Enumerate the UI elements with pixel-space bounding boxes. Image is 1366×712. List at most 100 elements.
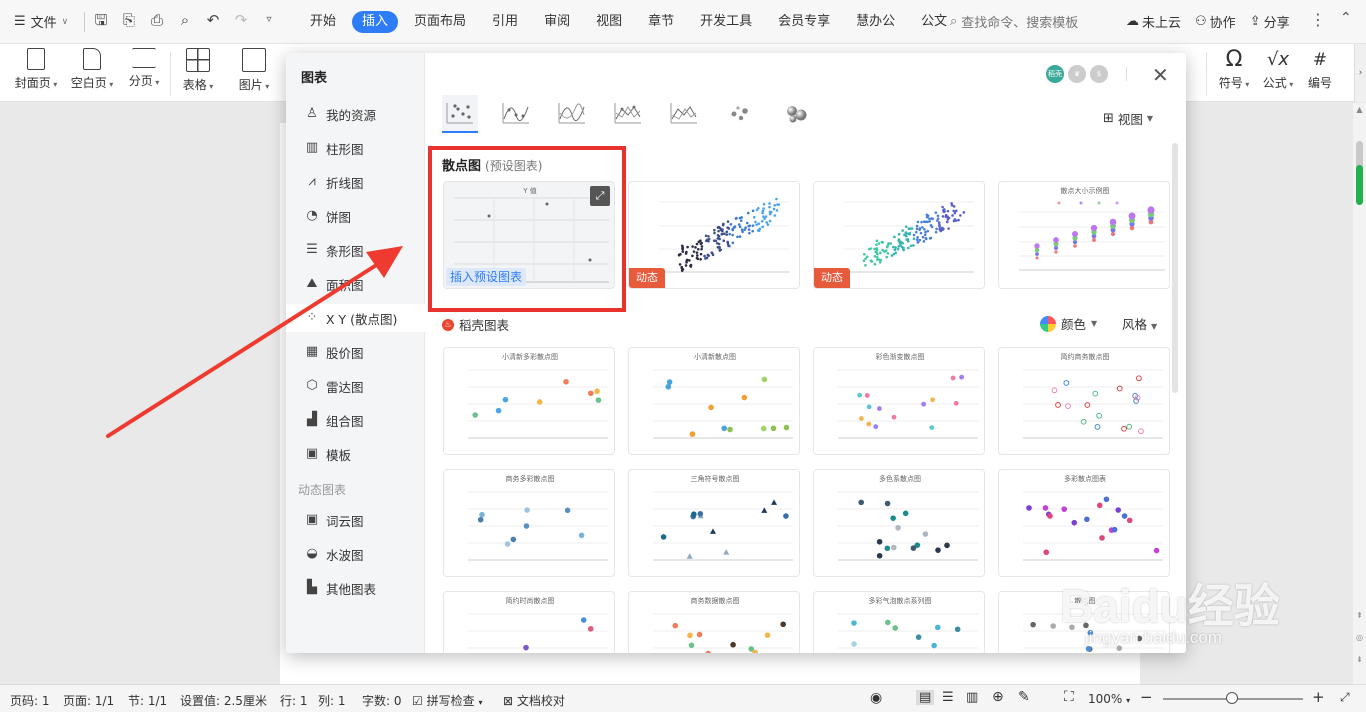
- menu-tab-chapter[interactable]: 章节: [638, 11, 684, 33]
- fit-page-icon[interactable]: ⛶: [1064, 689, 1074, 705]
- sidebar-item-bar-chart[interactable]: ☰ 条形图: [286, 236, 425, 264]
- print-icon[interactable]: ⎙: [148, 11, 166, 29]
- template-card[interactable]: 商务数据散点图: [628, 591, 800, 653]
- subtype-smooth-line-markers-tab[interactable]: [498, 95, 534, 133]
- numbering-button[interactable]: # 编号: [1302, 48, 1338, 91]
- zoom-slider-handle[interactable]: [1226, 692, 1238, 704]
- page-view-icon[interactable]: ▤: [916, 690, 935, 705]
- outline-view-icon[interactable]: ☰: [942, 690, 954, 705]
- menu-tab-member[interactable]: 会员专享: [768, 11, 840, 33]
- menu-tab-developer[interactable]: 开发工具: [690, 11, 762, 33]
- template-card[interactable]: 多彩散点图表: [998, 469, 1170, 577]
- customize-toolbar-icon[interactable]: ▿: [260, 11, 278, 29]
- sidebar-item-combo-chart[interactable]: ▟ 组合图: [286, 406, 425, 434]
- cloud-sync-button[interactable]: ☁ 未上云: [1126, 12, 1181, 31]
- status-word-count[interactable]: 字数: 0: [362, 692, 402, 709]
- sidebar-item-area-chart[interactable]: ⛰ 面积图: [286, 270, 425, 298]
- page-up-icon[interactable]: ⇞: [1353, 611, 1366, 620]
- preset-dynamic-scatter-card-green[interactable]: 动态: [813, 181, 985, 289]
- status-column[interactable]: 列: 1: [318, 692, 346, 709]
- zoom-level[interactable]: 100% ▾: [1088, 692, 1130, 706]
- template-card[interactable]: 多彩气泡散点系列图: [813, 591, 985, 653]
- page-break-button[interactable]: 分页: [124, 48, 164, 89]
- print-preview-icon[interactable]: ⌕: [176, 11, 194, 29]
- template-card[interactable]: 多色系散点图: [813, 469, 985, 577]
- menu-tab-home[interactable]: 开始: [300, 11, 346, 33]
- symbol-button[interactable]: Ω 符号: [1214, 48, 1254, 91]
- status-section[interactable]: 节: 1/1: [128, 692, 167, 709]
- command-search[interactable]: ⌕ 查找命令、搜索模板: [950, 12, 1078, 31]
- super-badge-icon[interactable]: $: [1090, 65, 1108, 83]
- undo-icon[interactable]: ↶: [204, 11, 222, 29]
- save-icon[interactable]: 🖫: [92, 11, 110, 29]
- view-mode-button[interactable]: ⊞ 视图 ▼: [1103, 109, 1153, 128]
- table-button[interactable]: 表格: [178, 48, 218, 93]
- collapse-ribbon-icon[interactable]: ⌃: [1340, 10, 1352, 26]
- subtype-3d-bubble-tab[interactable]: [778, 95, 814, 133]
- template-card[interactable]: 商务多彩散点图: [443, 469, 615, 577]
- subtype-straight-line-tab[interactable]: [666, 95, 702, 133]
- vertical-scrollbar[interactable]: ▲ ⇞ ◎ ⇟: [1353, 103, 1366, 684]
- collaborate-button[interactable]: ⚇ 协作: [1195, 12, 1236, 31]
- ribbon-scroll-right-icon[interactable]: ›: [1354, 44, 1366, 102]
- share-button[interactable]: ⇪ 分享: [1250, 12, 1290, 31]
- template-card[interactable]: 彩色渐变散点图: [813, 347, 985, 455]
- status-page-number[interactable]: 页码: 1: [10, 692, 50, 709]
- template-card[interactable]: 简约时尚散点图: [443, 591, 615, 653]
- template-card[interactable]: 简约商务散点图: [998, 347, 1170, 455]
- select-browse-icon[interactable]: ◎: [1353, 633, 1366, 642]
- picture-button[interactable]: 图片: [234, 48, 274, 93]
- more-options-icon[interactable]: ⋮: [1310, 10, 1326, 29]
- fullscreen-icon[interactable]: ⤢: [1340, 690, 1350, 705]
- menu-tab-insert[interactable]: 插入: [352, 11, 399, 33]
- template-card[interactable]: 三角符号散点图: [628, 469, 800, 577]
- daoke-badge[interactable]: 稻壳: [1046, 65, 1064, 83]
- sidebar-item-line-chart[interactable]: ⩘ 折线图: [286, 168, 425, 196]
- menu-tab-references[interactable]: 引用: [482, 11, 528, 33]
- file-menu[interactable]: ☰ 文件 ∨: [14, 12, 68, 31]
- status-row[interactable]: 行: 1: [280, 692, 308, 709]
- page-down-icon[interactable]: ⇟: [1353, 655, 1366, 664]
- redo-icon[interactable]: ↷: [232, 11, 250, 29]
- menu-tab-smart-office[interactable]: 慧办公: [846, 11, 905, 33]
- sidebar-item-word-cloud[interactable]: ▣ 词云图: [286, 506, 425, 534]
- status-page-count[interactable]: 页面: 1/1: [63, 692, 114, 709]
- doc-check-button[interactable]: ⊠ 文档校对: [503, 692, 565, 709]
- preset-bubble-size-card[interactable]: 散点大小示例图: [998, 181, 1170, 289]
- status-setting-value[interactable]: 设置值: 2.5厘米: [180, 692, 267, 709]
- subtype-scatter-tab[interactable]: [442, 95, 478, 133]
- subtype-bubble-tab[interactable]: [722, 95, 758, 133]
- spell-check-button[interactable]: ☑ 拼写检查 ▾: [412, 692, 482, 709]
- zoom-out-icon[interactable]: −: [1140, 688, 1153, 706]
- menu-tab-review[interactable]: 审阅: [534, 11, 580, 33]
- reading-view-icon[interactable]: ▥: [966, 690, 978, 705]
- sidebar-item-pie-chart[interactable]: ◔ 饼图: [286, 202, 425, 230]
- sidebar-item-radar-chart[interactable]: ⬡ 雷达图: [286, 372, 425, 400]
- preset-dynamic-scatter-card-blue[interactable]: 动态: [628, 181, 800, 289]
- export-pdf-icon[interactable]: ⎘: [120, 11, 138, 29]
- sidebar-item-my-resources[interactable]: ♙ 我的资源: [286, 100, 425, 128]
- vip-badge-icon[interactable]: ♛: [1068, 65, 1086, 83]
- template-card[interactable]: 小清新散点图: [628, 347, 800, 455]
- zoom-in-icon[interactable]: +: [1312, 688, 1325, 706]
- sidebar-item-scatter-chart[interactable]: ⁘ X Y (散点图): [286, 304, 425, 332]
- scroll-up-icon[interactable]: ▲: [1353, 105, 1366, 114]
- write-mode-icon[interactable]: ✎: [1018, 689, 1030, 705]
- sidebar-item-other-charts[interactable]: ▙ 其他图表: [286, 574, 425, 602]
- formula-button[interactable]: √x 公式: [1258, 48, 1298, 91]
- sidebar-item-liquid-fill[interactable]: ◒ 水波图: [286, 540, 425, 568]
- gallery-scrollbar[interactable]: [1172, 143, 1178, 393]
- subtype-smooth-line-tab[interactable]: [554, 95, 590, 133]
- style-filter-button[interactable]: 风格 ▼: [1122, 314, 1157, 333]
- cover-page-button[interactable]: 封面页: [12, 48, 60, 91]
- close-icon[interactable]: ✕: [1152, 63, 1169, 87]
- sidebar-item-stock-chart[interactable]: ▦ 股价图: [286, 338, 425, 366]
- template-card[interactable]: 小清新多彩散点图: [443, 347, 615, 455]
- subtype-straight-line-markers-tab[interactable]: [610, 95, 646, 133]
- menu-tab-page-layout[interactable]: 页面布局: [404, 11, 476, 33]
- sidebar-item-column-chart[interactable]: ▥ 柱形图: [286, 134, 425, 162]
- color-filter-button[interactable]: 颜色 ▼: [1040, 314, 1097, 333]
- menu-tab-view[interactable]: 视图: [586, 11, 632, 33]
- eye-protection-icon[interactable]: ◉: [870, 690, 882, 706]
- blank-page-button[interactable]: 空白页: [68, 48, 116, 91]
